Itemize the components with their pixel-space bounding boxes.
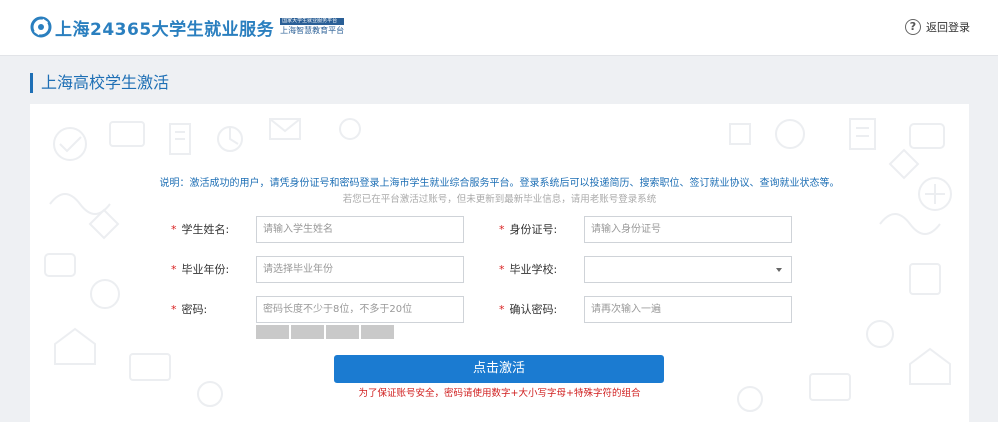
logo-tagline: 国家大学生就业服务平台 上海智慧教育平台 [280,18,345,36]
back-to-login-link[interactable]: ? 返回登录 [905,19,970,35]
grad-year-label-text: 毕业年份: [181,263,230,276]
site-logo[interactable]: 上海24365大学生就业服务 国家大学生就业服务平台 上海智慧教育平台 [30,14,345,40]
activation-instructions: 说明：激活成功的用户，请凭身份证号和密码登录上海市学生就业综合服务平台。登录系统… [159,178,840,189]
back-to-login-label: 返回登录 [926,21,970,34]
password-security-warning: 为了保证账号安全，密码请使用数字+大小写字母+特殊字符的组合 [358,388,641,399]
strength-segment [291,325,324,339]
required-mark: * [171,263,177,276]
confirm-password-label: * 确认密码: [499,297,557,323]
logo-icon [30,16,52,38]
logo-tag-top: 国家大学生就业服务平台 [280,18,345,25]
required-mark: * [499,263,505,276]
strength-segment [256,325,289,339]
required-mark: * [499,223,505,236]
strength-segment [361,325,394,339]
required-mark: * [499,303,505,316]
grad-year-label: * 毕业年份: [171,257,229,283]
id-number-input[interactable] [584,216,792,243]
password-label-text: 密码: [181,303,208,316]
grad-school-label-text: 毕业学校: [509,263,558,276]
student-name-input[interactable] [256,216,464,243]
logo-title: 上海24365大学生就业服务 [55,19,275,40]
confirm-password-input[interactable] [584,296,792,323]
required-mark: * [171,303,177,316]
top-header: 上海24365大学生就业服务 国家大学生就业服务平台 上海智慧教育平台 ? 返回… [0,0,998,56]
activation-subnote: 若您已在平台激活过账号，但未更新到最新毕业信息，请用老账号登录系统 [342,194,657,205]
id-number-label-text: 身份证号: [509,223,558,236]
grad-year-input[interactable] [256,256,464,283]
required-mark: * [171,223,177,236]
activate-button[interactable]: 点击激活 [334,355,664,383]
activation-form-card: 说明：激活成功的用户，请凭身份证号和密码登录上海市学生就业综合服务平台。登录系统… [30,104,969,422]
password-input[interactable] [256,296,464,323]
password-strength-meter [256,325,394,339]
caret-down-icon [776,268,782,272]
id-number-label: * 身份证号: [499,217,557,243]
confirm-password-label-text: 确认密码: [509,303,558,316]
question-circle-icon: ? [905,19,921,35]
student-name-label: * 学生姓名: [171,217,229,243]
password-label: * 密码: [171,297,207,323]
logo-tag-bottom: 上海智慧教育平台 [280,26,345,35]
grad-school-label: * 毕业学校: [499,257,557,283]
page-title: 上海高校学生激活 [30,73,169,93]
grad-school-select[interactable] [584,256,792,283]
student-name-label-text: 学生姓名: [181,223,230,236]
strength-segment [326,325,359,339]
